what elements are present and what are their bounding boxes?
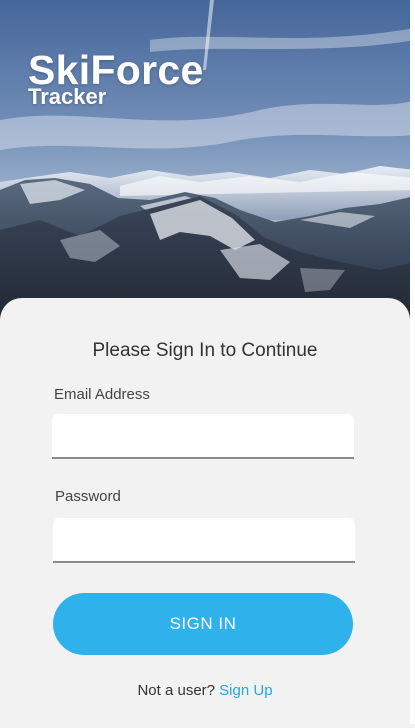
sign-up-link[interactable]: Sign Up	[219, 682, 272, 699]
signup-prompt: Not a user?	[137, 682, 215, 699]
hero-background: SkiForce Tracker	[0, 0, 415, 340]
email-label: Email Address	[54, 386, 150, 403]
login-heading: Please Sign In to Continue	[92, 340, 318, 361]
password-field[interactable]	[53, 518, 355, 563]
sign-in-button[interactable]: SIGN IN	[53, 593, 353, 655]
scrollbar-track	[410, 0, 415, 724]
email-field[interactable]	[52, 414, 354, 459]
login-card: Please Sign In to Continue Email Address…	[0, 298, 410, 728]
app-logo: SkiForce Tracker	[28, 48, 204, 108]
signup-row: Not a user? Sign Up	[0, 682, 410, 699]
password-label: Password	[55, 488, 121, 505]
